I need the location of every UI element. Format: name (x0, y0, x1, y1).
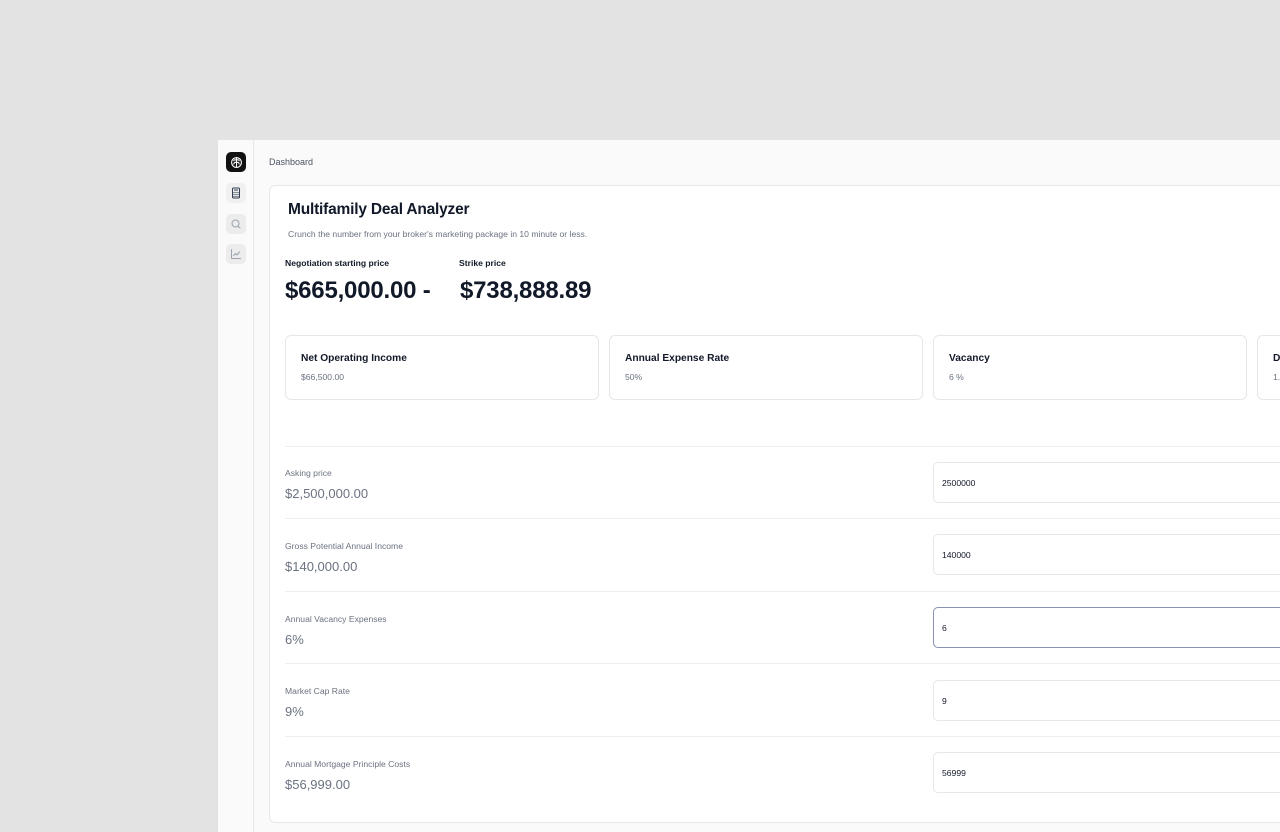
page-title: Multifamily Deal Analyzer (288, 201, 470, 218)
vacancy-expenses-input[interactable] (933, 607, 1280, 648)
divider (285, 663, 1280, 664)
app-window: Dashboard Multifamily Deal Analyzer Crun… (218, 140, 1280, 832)
stat-label: D (1273, 353, 1280, 364)
deal-analyzer-card: Multifamily Deal Analyzer Crunch the num… (269, 185, 1280, 823)
vacancy-expenses-label: Annual Vacancy Expenses (285, 614, 387, 624)
calculator-button[interactable] (226, 183, 246, 203)
negotiation-price-value: $665,000.00 - (285, 277, 431, 304)
calculator-icon (232, 187, 240, 199)
divider (285, 446, 1280, 447)
page-subtitle: Crunch the number from your broker's mar… (288, 229, 588, 239)
negotiation-price-label: Negotiation starting price (285, 258, 390, 268)
asking-price-label: Asking price (285, 468, 332, 478)
stat-label: Annual Expense Rate (625, 353, 730, 364)
brain-icon (230, 156, 242, 168)
vacancy-expenses-value: 6% (285, 632, 304, 647)
gross-income-label: Gross Potential Annual Income (285, 541, 403, 551)
stat-value: 1. (1273, 372, 1280, 382)
asking-price-input[interactable] (933, 462, 1280, 503)
stat-card-net-operating-income: Net Operating Income $66,500.00 (285, 335, 599, 400)
market-cap-rate-input[interactable] (933, 680, 1280, 721)
stat-card-vacancy: Vacancy 6 % (933, 335, 1247, 400)
divider (285, 518, 1280, 519)
stat-value: 6 % (949, 372, 964, 382)
brain-logo-button[interactable] (226, 152, 246, 172)
gross-income-input[interactable] (933, 534, 1280, 575)
gross-income-value: $140,000.00 (285, 559, 358, 574)
search-icon (231, 219, 241, 229)
strike-price-label: Strike price (459, 258, 506, 268)
asking-price-value: $2,500,000.00 (285, 486, 369, 501)
market-cap-rate-label: Market Cap Rate (285, 686, 350, 696)
mortgage-principle-value: $56,999.00 (285, 777, 351, 792)
stat-card-annual-expense-rate: Annual Expense Rate 50% (609, 335, 923, 400)
sidebar (218, 140, 254, 832)
mortgage-principle-label: Annual Mortgage Principle Costs (285, 759, 411, 769)
stat-value: $66,500.00 (301, 372, 345, 382)
divider (285, 736, 1280, 737)
mortgage-principle-input[interactable] (933, 752, 1280, 793)
stat-card-partial: D 1. (1257, 335, 1280, 400)
stat-label: Net Operating Income (301, 353, 407, 364)
breadcrumb[interactable]: Dashboard (269, 157, 313, 167)
market-cap-rate-value: 9% (285, 704, 304, 719)
search-button[interactable] (226, 214, 246, 234)
line-chart-icon (231, 249, 241, 259)
strike-price-value: $738,888.89 (460, 277, 592, 304)
chart-button[interactable] (226, 244, 246, 264)
divider (285, 591, 1280, 592)
stat-value: 50% (625, 372, 643, 382)
stat-label: Vacancy (949, 353, 990, 364)
